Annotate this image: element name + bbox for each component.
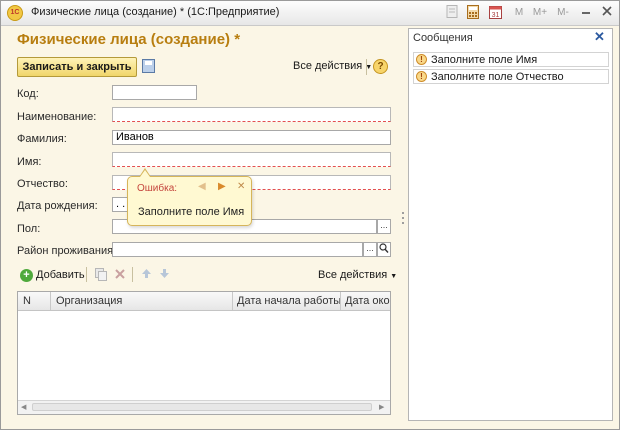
horizontal-scrollbar[interactable]: ◀ ▶ (18, 400, 390, 414)
organizations-table[interactable]: N Организация Дата начала работы Дата ок… (17, 291, 391, 415)
scroll-thumb[interactable] (32, 403, 372, 411)
memory-m-button[interactable]: M (512, 5, 526, 20)
move-up-icon[interactable] (140, 268, 153, 282)
document-icon[interactable] (444, 5, 460, 20)
message-item[interactable]: ! Заполните поле Имя (413, 52, 609, 67)
table-header: N Организация Дата начала работы Дата ок… (18, 292, 390, 311)
next-error-icon[interactable]: ▶ (218, 181, 226, 192)
last-name-input[interactable]: Иванов (112, 130, 391, 145)
minimize-button[interactable] (578, 5, 594, 20)
calculator-icon[interactable] (465, 5, 481, 20)
app-window: 1С Физические лица (создание) * (1С:Пред… (0, 0, 620, 430)
warning-icon: ! (416, 71, 427, 82)
calendar-icon[interactable]: 31 (487, 5, 503, 20)
district-input[interactable] (112, 242, 363, 257)
move-down-icon[interactable] (158, 268, 171, 282)
add-icon[interactable]: + (20, 269, 33, 282)
toolbar-separator (132, 267, 133, 282)
column-header-start-date[interactable]: Дата начала работы (237, 295, 341, 307)
patronymic-label: Отчество: (17, 178, 68, 190)
splitter-grip (402, 222, 404, 224)
scroll-left-icon[interactable]: ◀ (21, 403, 26, 411)
copy-icon[interactable] (94, 268, 107, 282)
table-all-actions-menu[interactable]: Все действия ▼ (318, 269, 397, 281)
column-divider[interactable] (50, 292, 51, 310)
all-actions-label: Все действия (293, 60, 363, 72)
messages-title: Сообщения (413, 32, 473, 44)
name-label: Наименование: (17, 111, 97, 123)
toolbar-separator (86, 267, 87, 282)
memory-plus-button[interactable]: M+ (531, 5, 549, 20)
message-text: Заполните поле Имя (431, 54, 538, 66)
save-and-close-button[interactable]: Записать и закрыть (17, 57, 137, 77)
tooltip-pointer-fill (140, 170, 150, 177)
tooltip-message: Заполните поле Имя (138, 206, 245, 218)
error-tooltip: Ошибка: ◀ ▶ ✕ Заполните поле Имя (127, 176, 252, 226)
message-item[interactable]: ! Заполните поле Отчество (413, 69, 609, 84)
message-text: Заполните поле Отчество (431, 71, 564, 83)
app-logo-icon[interactable]: 1С (7, 5, 23, 21)
scroll-right-icon[interactable]: ▶ (379, 403, 384, 411)
first-name-label: Имя: (17, 156, 42, 168)
window-title: Физические лица (создание) * (1С:Предпри… (31, 6, 280, 18)
tooltip-title: Ошибка: (137, 183, 178, 194)
previous-error-icon[interactable]: ◀ (198, 181, 206, 192)
messages-panel: Сообщения ✕ ! Заполните поле Имя ! Запол… (408, 28, 613, 421)
district-search-icon[interactable] (377, 242, 391, 257)
dropdown-arrow-icon: ▼ (390, 273, 398, 280)
memory-minus-button[interactable]: M- (554, 5, 572, 20)
title-bar: 1С Физические лица (создание) * (1С:Пред… (1, 1, 619, 26)
last-name-label: Фамилия: (17, 133, 67, 145)
form-title: Физические лица (создание) * (17, 31, 241, 48)
gender-label: Пол: (17, 223, 41, 235)
close-tooltip-icon[interactable]: ✕ (237, 181, 245, 192)
column-header-organization[interactable]: Организация (56, 295, 122, 307)
form-area: Физические лица (создание) * Записать и … (2, 26, 399, 428)
svg-text:31: 31 (491, 12, 499, 19)
code-label: Код: (17, 88, 39, 100)
column-header-end-date[interactable]: Дата окон (345, 295, 390, 307)
all-actions-menu[interactable]: Все действия ▼ (293, 60, 372, 72)
first-name-input[interactable] (112, 152, 391, 167)
name-input[interactable] (112, 107, 391, 122)
column-header-n[interactable]: N (23, 295, 31, 307)
column-divider[interactable] (340, 292, 341, 310)
column-divider[interactable] (232, 292, 233, 310)
district-select-button[interactable]: ... (363, 242, 377, 257)
splitter-grip (402, 217, 404, 219)
toolbar-separator (366, 59, 367, 75)
table-all-actions-label: Все действия (318, 269, 388, 281)
birth-date-label: Дата рождения: (17, 200, 98, 212)
save-icon[interactable] (142, 59, 155, 73)
warning-icon: ! (416, 54, 427, 65)
close-window-button[interactable] (599, 5, 615, 20)
add-button[interactable]: Добавить (36, 269, 85, 281)
help-button[interactable]: ? (373, 59, 388, 74)
gender-select-button[interactable]: ... (377, 219, 391, 234)
delete-icon[interactable] (113, 268, 126, 282)
panel-splitter[interactable] (399, 26, 407, 428)
splitter-grip (402, 212, 404, 214)
code-input[interactable] (112, 85, 197, 100)
close-messages-icon[interactable]: ✕ (594, 29, 605, 45)
district-label: Район проживания: (17, 245, 117, 257)
